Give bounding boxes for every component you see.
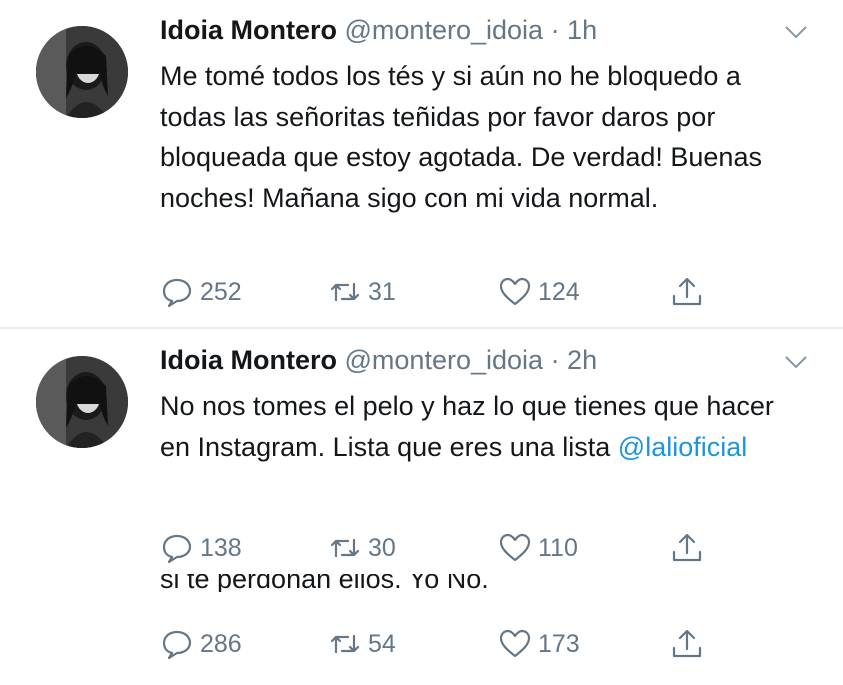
reply-icon — [162, 534, 192, 564]
retweet-icon — [330, 282, 360, 302]
like-icon — [499, 629, 531, 658]
retweet-icon — [330, 538, 360, 558]
retweet-button[interactable]: 30 — [328, 530, 396, 566]
tweet-actions: 252 31 124 — [160, 274, 760, 310]
divider — [0, 327, 843, 329]
retweet-icon — [330, 634, 360, 654]
retweet-count: 30 — [368, 533, 396, 562]
avatar-image — [36, 356, 128, 448]
share-icon — [672, 277, 702, 306]
share-button[interactable] — [670, 530, 710, 566]
like-button[interactable]: 124 — [498, 274, 580, 310]
tweet-text: No nos tomes el pelo y haz lo que tienes… — [160, 386, 810, 467]
mention-link[interactable]: @lalioficial — [618, 432, 747, 462]
tweet[interactable]: Idoia Montero @montero_idoia · 2h No nos… — [0, 330, 843, 590]
like-button[interactable]: 110 — [498, 530, 578, 566]
author-handle[interactable]: @montero_idoia — [345, 15, 544, 45]
timestamp[interactable]: · 1h — [551, 15, 598, 45]
reply-button[interactable]: 286 — [160, 626, 242, 662]
timeline: Idoia Montero @montero_idoia · 1h Me tom… — [0, 0, 843, 685]
retweet-button[interactable]: 31 — [328, 274, 396, 310]
retweet-button[interactable]: 54 — [328, 626, 396, 662]
tweet-text: Me tomé todos los tés y si aún no he blo… — [160, 61, 762, 213]
reply-count: 286 — [200, 629, 242, 658]
like-icon — [499, 277, 531, 306]
share-icon — [672, 533, 702, 562]
tweet-header: Idoia Montero @montero_idoia · 1h — [160, 14, 597, 46]
tweet-header: Idoia Montero @montero_idoia · 2h — [160, 344, 597, 376]
timestamp[interactable]: · 2h — [551, 345, 598, 375]
like-count: 110 — [538, 533, 578, 562]
avatar-image — [36, 26, 128, 118]
like-icon — [499, 533, 531, 562]
partial-tweet-text: si te perdonan ellos. Yo No. — [160, 574, 489, 592]
tweet-actions: 286 54 173 — [160, 626, 760, 662]
reply-icon — [162, 630, 192, 660]
reply-button[interactable]: 138 — [160, 530, 242, 566]
avatar[interactable] — [36, 26, 128, 118]
like-count: 173 — [538, 629, 580, 658]
partial-tweet-content: si te perdonan ellos. Yo No. — [160, 574, 489, 592]
reply-count: 252 — [200, 277, 242, 306]
author-name[interactable]: Idoia Montero — [160, 345, 337, 375]
avatar[interactable] — [36, 356, 128, 448]
tweet-actions: 138 30 110 — [160, 530, 760, 566]
like-count: 124 — [538, 277, 580, 306]
share-icon — [672, 629, 702, 658]
chevron-down-icon[interactable] — [783, 352, 809, 372]
author-handle[interactable]: @montero_idoia — [345, 345, 544, 375]
share-button[interactable] — [670, 626, 710, 662]
tweet[interactable]: Idoia Montero @montero_idoia · 1h Me tom… — [0, 0, 843, 325]
share-button[interactable] — [670, 274, 710, 310]
reply-button[interactable]: 252 — [160, 274, 242, 310]
retweet-count: 54 — [368, 629, 396, 658]
reply-count: 138 — [200, 533, 242, 562]
chevron-down-icon[interactable] — [783, 22, 809, 42]
like-button[interactable]: 173 — [498, 626, 580, 662]
retweet-count: 31 — [368, 277, 396, 306]
author-name[interactable]: Idoia Montero — [160, 15, 337, 45]
reply-icon — [162, 278, 192, 308]
